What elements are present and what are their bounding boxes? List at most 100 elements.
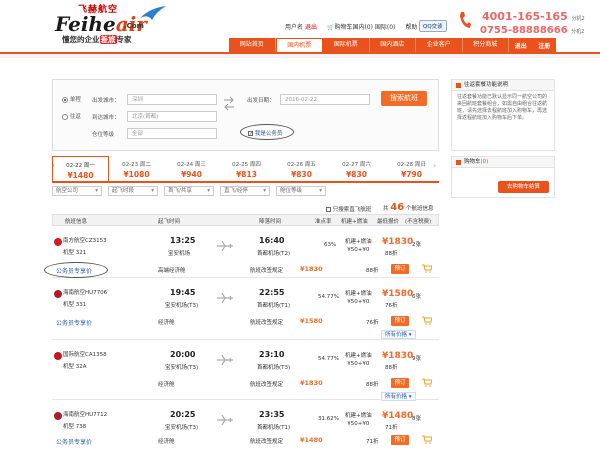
nav-intl-flights[interactable]: 国际机票 — [323, 38, 370, 52]
lowest-price: ¥1480 — [382, 411, 414, 421]
sub-price: ¥1830 — [300, 265, 323, 273]
cabin-class: 经济舱 — [158, 320, 175, 326]
chevron-down-icon: ▾ — [319, 188, 322, 194]
trip-round[interactable]: 往返 — [62, 112, 81, 120]
cabin-class: 经济舱 — [158, 382, 175, 388]
notice-body: 往返套餐功能已默认显示同一航空公司的来回航班套餐组合，如需自由组合往返航班，请先… — [457, 94, 548, 121]
from-city-input[interactable]: 深圳 — [127, 94, 217, 105]
phone-number-2: 0755-88888666 分机2 — [480, 25, 585, 36]
official-checkbox[interactable]: ✓ — [248, 131, 253, 137]
arrival-time: 23:35 — [259, 410, 285, 419]
arrival-time: 23:10 — [259, 350, 285, 359]
book-button[interactable]: 预订 — [391, 378, 409, 388]
aircraft-model: 机型 32A — [63, 364, 87, 370]
departure-airport: 宝安机场(T3) — [165, 425, 199, 431]
change-rules-link[interactable]: 航班改签规定 — [250, 437, 283, 445]
flight-number[interactable]: 海南航空HU7712 — [63, 410, 107, 418]
arrival-airport: 首都机场(T1) — [257, 425, 291, 431]
departure-airport: 宝安机场 — [168, 251, 191, 257]
col-tax: 机建+燃油 — [341, 219, 368, 225]
filter-shared[interactable]: 首飞/共享 ▾ — [164, 186, 214, 196]
col-arrival[interactable]: 降落时间 — [259, 217, 281, 225]
all-prices-toggle[interactable]: 所有价格 ▾ — [381, 392, 416, 401]
nav-logout[interactable]: 退出 — [515, 41, 527, 50]
arrival-time: 16:40 — [259, 236, 285, 245]
sub-discount: 88折 — [366, 268, 379, 274]
date-input[interactable]: 2016-02-22 — [280, 94, 370, 105]
official-price-link[interactable]: 公务员专享价 — [56, 437, 92, 446]
ontime-rate: 54.77% — [318, 356, 339, 362]
all-prices-toggle[interactable]: 所有价格 ▾ — [381, 330, 416, 339]
direct-only-option[interactable]: 只搜索直飞航班 — [326, 205, 371, 213]
tax-fee: 机建+燃油 ¥50+¥0 — [345, 413, 372, 427]
filter-departure-time[interactable]: 起飞时段 ▾ — [108, 186, 158, 196]
date-tab[interactable]: 02-22 周一 ¥1480 — [52, 156, 109, 181]
date-tab[interactable]: 02-24 周三 ¥940 — [164, 156, 219, 181]
change-rules-link[interactable]: 航班改签规定 — [250, 266, 283, 274]
date-tab[interactable]: 02-23 周二 ¥1080 — [109, 156, 164, 181]
filter-cabin[interactable]: 舱位等级 ▾ — [276, 186, 326, 196]
date-tab[interactable]: 02-28 周日 ¥790 — [384, 156, 439, 181]
logout-link[interactable]: 退出 — [305, 24, 317, 31]
nav-register[interactable]: 注册 — [538, 41, 550, 50]
departure-time: 20:25 — [170, 410, 196, 419]
date-tab[interactable]: 02-25 周四 ¥813 — [219, 156, 274, 181]
col-departure[interactable]: 起飞时间 — [158, 217, 180, 225]
official-price-link[interactable]: 公务员专享价 — [56, 318, 92, 327]
arrival-airport: 首都机场(T1) — [257, 303, 291, 309]
book-button[interactable]: 预订 — [391, 435, 409, 445]
cabin-select[interactable]: 全部 — [127, 128, 217, 139]
filter-direct[interactable]: 直飞/经停 ▾ — [220, 186, 270, 196]
date-tab[interactable]: 02-26 周五 ¥830 — [274, 156, 329, 181]
flight-number[interactable]: 海南航空HU7706 — [63, 288, 107, 296]
qq-chat-button[interactable]: QQ交谈 — [419, 20, 447, 32]
trip-one-way[interactable]: 单程 — [62, 95, 81, 103]
nav-account: 退出 注册 — [509, 38, 556, 52]
airline-logo-icon — [54, 412, 62, 420]
official-price-link[interactable]: 公务员专享价 — [56, 266, 92, 275]
nav-enterprise[interactable]: 企业客户 — [416, 38, 463, 52]
logo-dotcom: .Com — [124, 22, 144, 30]
to-city-input[interactable]: 北京(首都) — [127, 111, 217, 122]
add-cart-icon[interactable] — [422, 316, 432, 325]
official-checkbox-row[interactable]: ✓ 我是公务员 — [248, 129, 282, 137]
search-flights-button[interactable]: 搜索航班 — [381, 91, 427, 106]
change-rules-link[interactable]: 航班改签规定 — [250, 380, 283, 388]
col-ontime[interactable]: 准点率 — [315, 217, 332, 225]
chevron-down-icon: ▾ — [95, 188, 98, 194]
book-button[interactable]: 预订 — [391, 264, 409, 274]
discount: 88折 — [385, 251, 398, 257]
next-dates-icon[interactable]: › — [433, 161, 436, 170]
add-cart-icon[interactable] — [422, 264, 432, 273]
filter-airline[interactable]: 航空公司 ▾ — [52, 186, 102, 196]
nav-home[interactable]: 网站首页 — [229, 38, 276, 52]
flight-number[interactable]: 国际航空CA1358 — [63, 350, 107, 358]
departure-time: 19:45 — [170, 288, 196, 297]
col-lowest-price[interactable]: 最低报价 — [377, 217, 399, 225]
aircraft-model: 机型 738 — [63, 424, 87, 430]
swap-cities-icon[interactable] — [222, 96, 236, 112]
notice-title: 往返套餐功能说明 — [452, 80, 554, 91]
help-link[interactable]: 帮助 — [405, 22, 417, 31]
book-button[interactable]: 预订 — [391, 316, 409, 326]
discount: 76折 — [385, 303, 398, 309]
nav-domestic-flights[interactable]: 国内机票 — [275, 38, 323, 52]
to-label: 到达城市： — [92, 115, 120, 121]
flight-number[interactable]: 南方航空CZ3153 — [63, 236, 107, 244]
main-nav: 网站首页 国内机票 国际机票 国内酒店 企业客户 积分商城 — [229, 38, 509, 52]
radio-one-way[interactable] — [62, 96, 68, 103]
col-flight-info[interactable]: 航班信息 — [65, 217, 87, 225]
date-tab[interactable]: 02-27 周六 ¥830 — [329, 156, 384, 181]
prev-dates-icon[interactable]: ‹ — [52, 161, 55, 170]
cart-checkout-button[interactable]: 去购物车结算 — [498, 181, 549, 193]
nav-hotels[interactable]: 国内酒店 — [370, 38, 416, 52]
add-cart-icon[interactable] — [422, 378, 432, 387]
aircraft-model: 机型 331 — [63, 302, 87, 308]
direct-only-checkbox[interactable] — [326, 207, 331, 212]
cart-link[interactable]: 🛒购物车国内(0) 国际(0) — [327, 22, 395, 31]
radio-round-trip[interactable] — [62, 113, 68, 120]
change-rules-link[interactable]: 航班改签规定 — [250, 318, 283, 326]
nav-points-mall[interactable]: 积分商城 — [463, 38, 509, 52]
arrival-time: 22:55 — [259, 288, 285, 297]
add-cart-icon[interactable] — [422, 435, 432, 444]
